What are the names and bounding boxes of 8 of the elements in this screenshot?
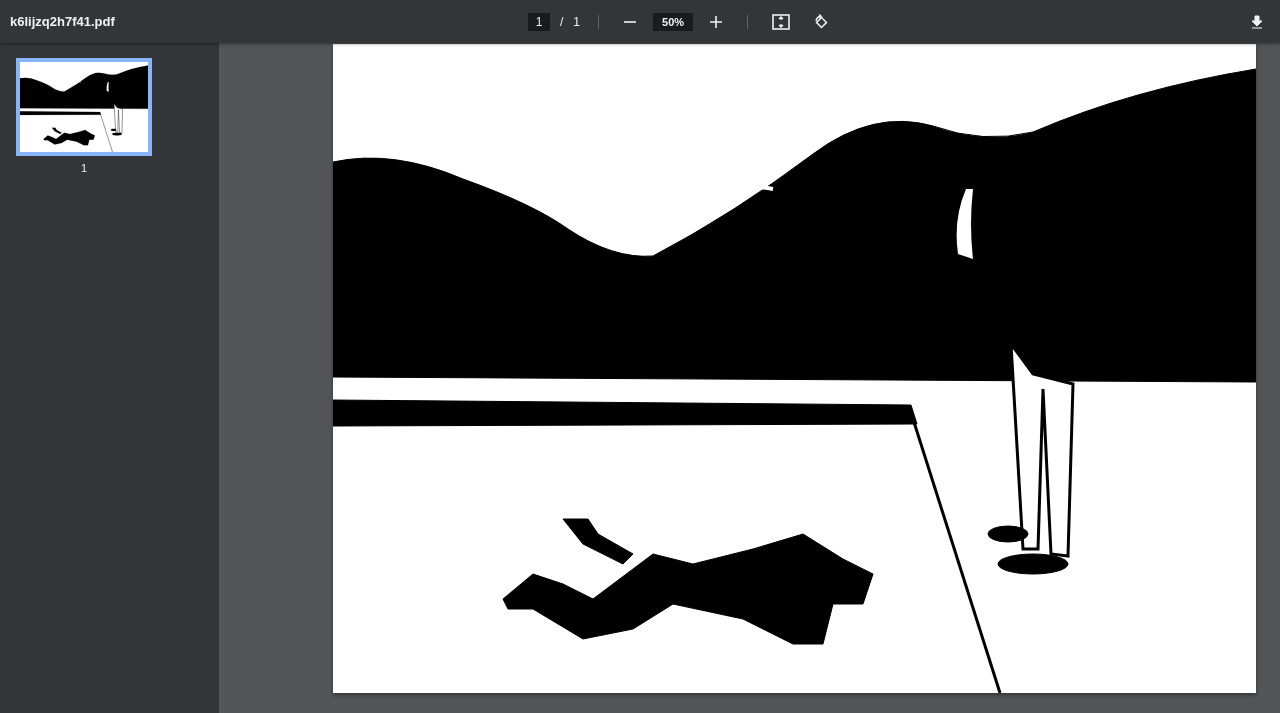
page-separator: / — [560, 14, 564, 29]
page-number-field[interactable]: 1 — [528, 12, 550, 31]
fit-page-icon[interactable] — [770, 11, 793, 32]
zoom-field[interactable]: 50% — [653, 12, 694, 31]
file-name: k6lijzq2h7f41.pdf — [10, 14, 116, 29]
thumbnail-label: 1 — [80, 162, 88, 174]
page-thumbnail[interactable] — [16, 58, 152, 156]
page-total: 1 — [573, 14, 581, 29]
